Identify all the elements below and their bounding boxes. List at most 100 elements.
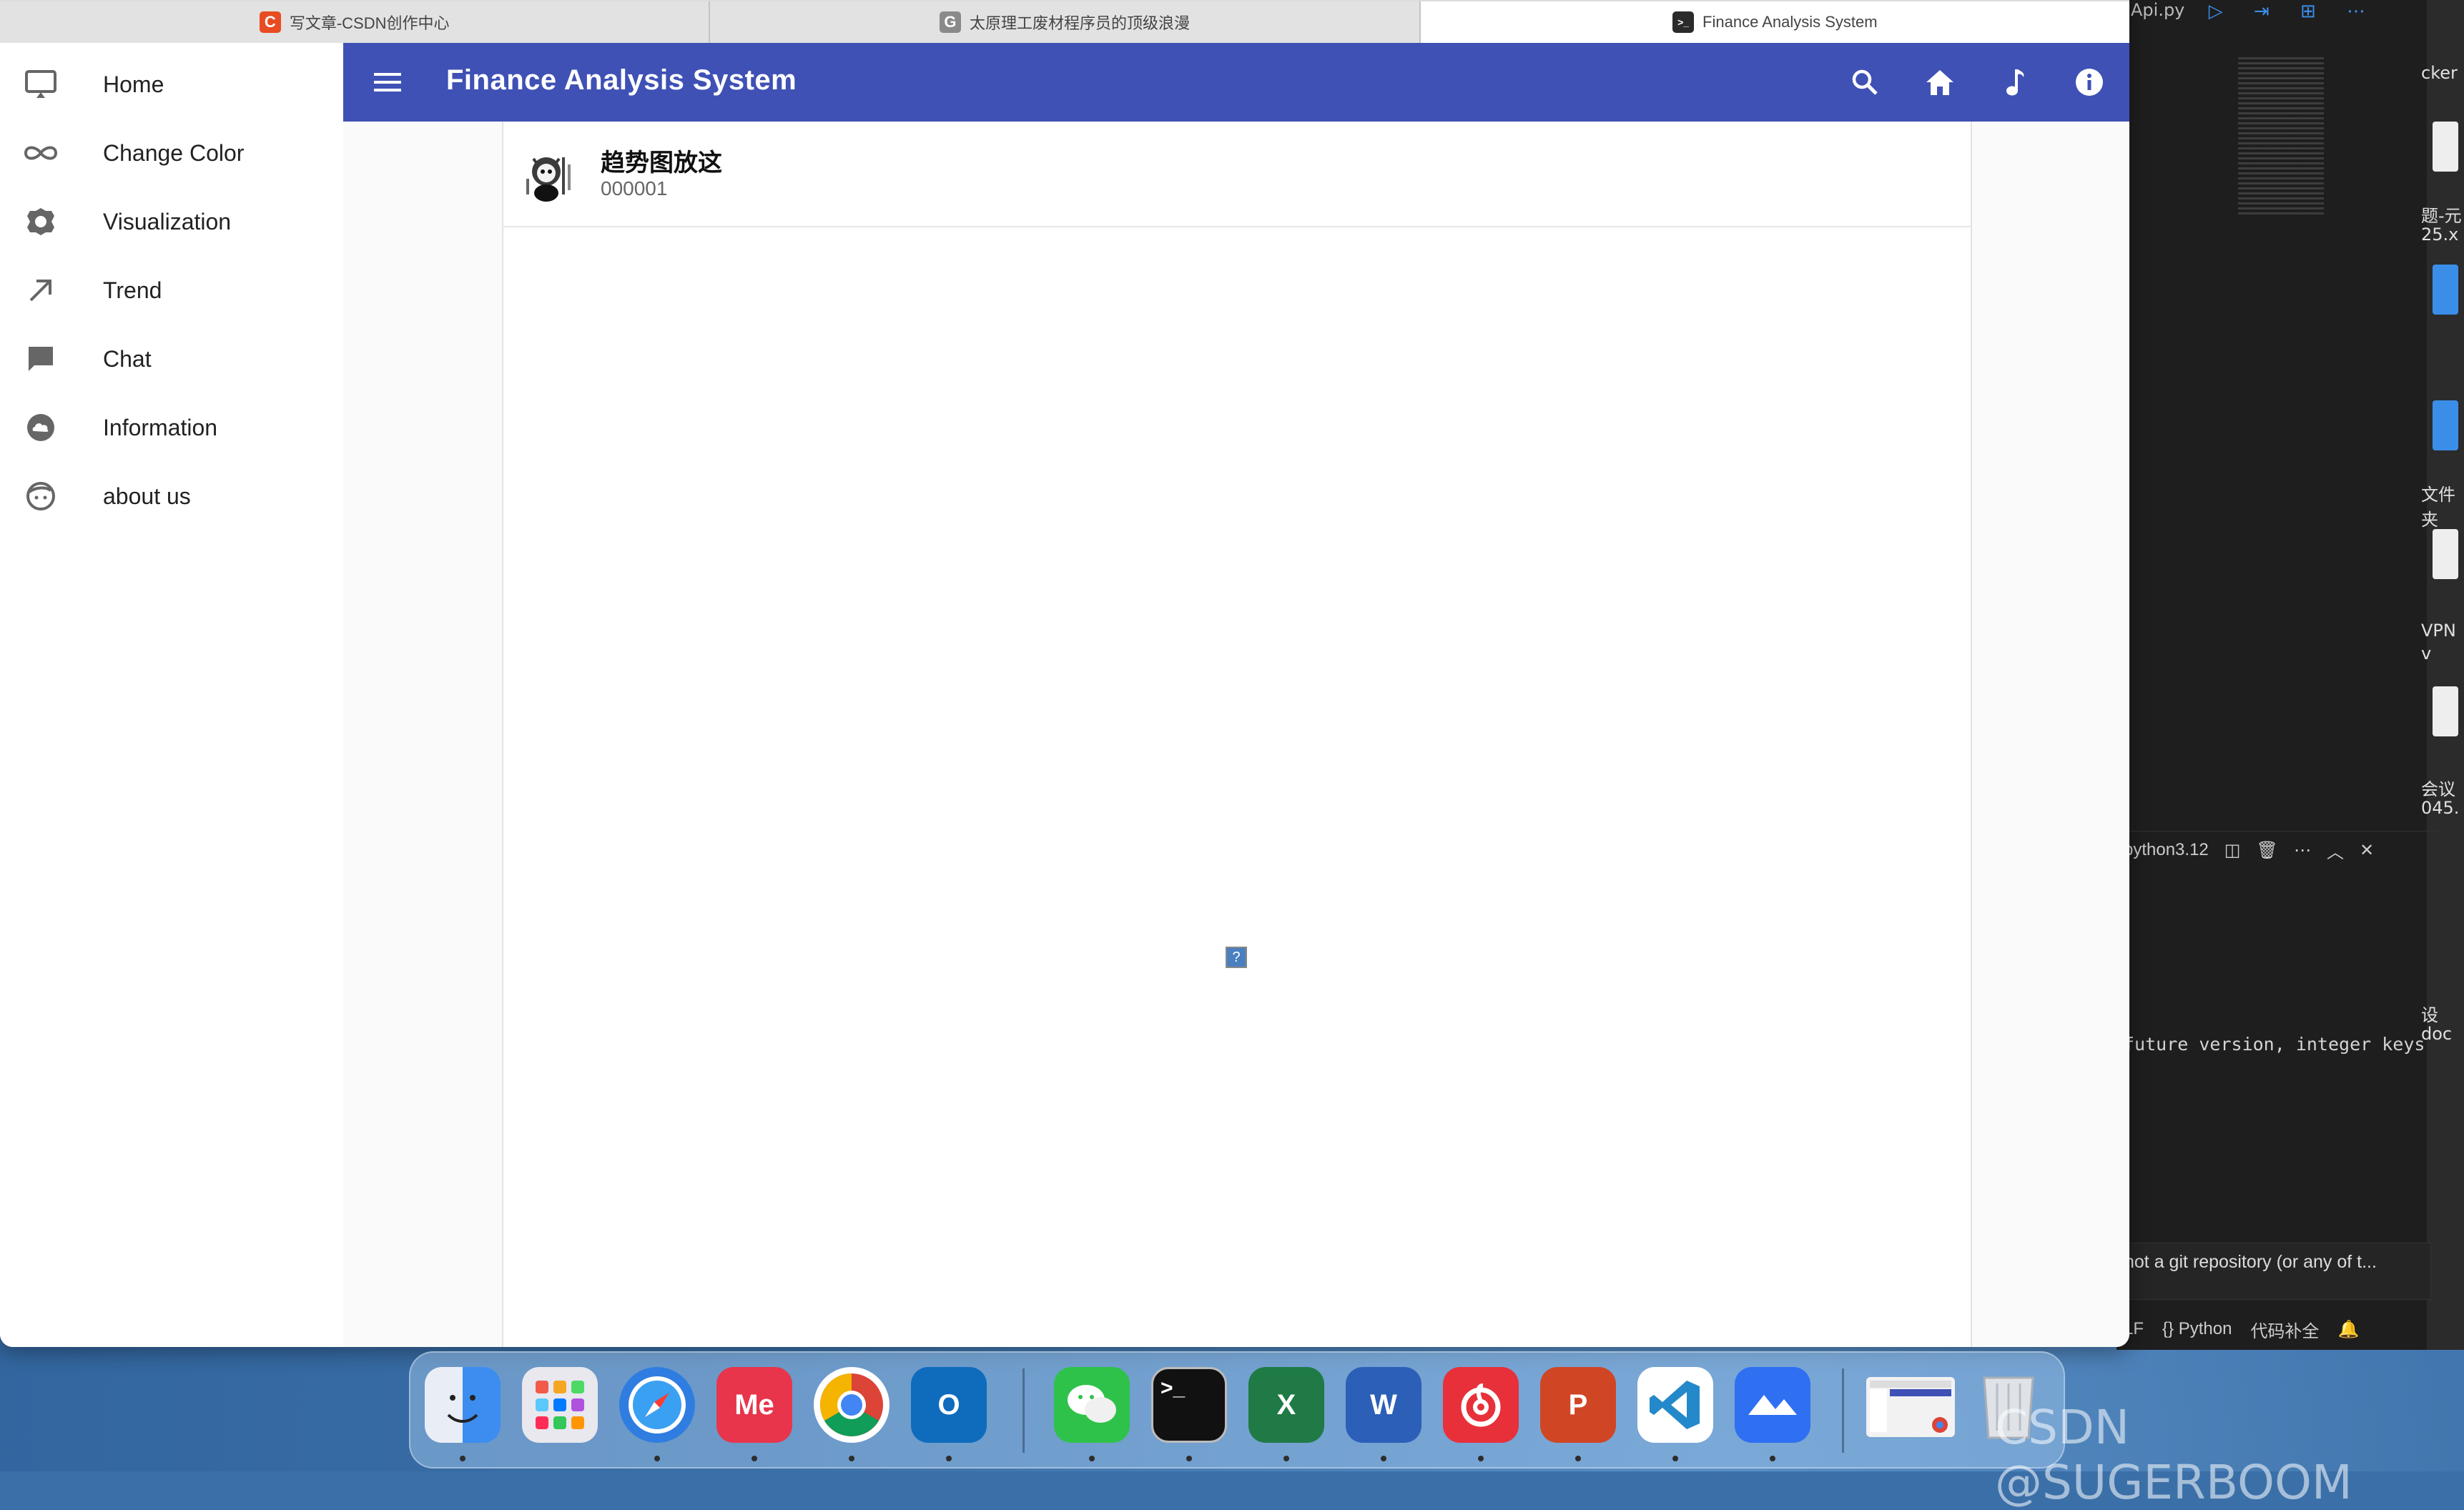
infinity-icon: [23, 135, 59, 171]
wechat-app-icon[interactable]: [1054, 1367, 1130, 1443]
meitu-app-icon[interactable]: Me: [716, 1367, 792, 1443]
dock-separator: [1842, 1368, 1844, 1453]
sidebar-item-label: Chat: [103, 345, 152, 372]
sidebar-item-trend[interactable]: Trend: [0, 256, 343, 325]
info-button[interactable]: [2069, 62, 2109, 102]
info-icon: [2076, 69, 2103, 96]
arrow-up-right-icon: [23, 272, 59, 308]
git-notification[interactable]: not a git repository (or any of t...: [2116, 1243, 2431, 1300]
tab-csdn[interactable]: C 写文章-CSDN创作中心: [0, 1, 711, 43]
sidebar-item-change-color[interactable]: Change Color: [0, 119, 343, 187]
close-panel-icon[interactable]: ✕: [2360, 840, 2374, 861]
tab-label: Finance Analysis System: [1702, 13, 1878, 31]
card-header: 趋势图放这 000001: [503, 122, 1971, 227]
launchpad-app-icon[interactable]: [522, 1367, 598, 1443]
desktop-folder-icon[interactable]: [2433, 265, 2458, 315]
finder-app-icon[interactable]: [425, 1367, 501, 1443]
tab-finance[interactable]: >_ Finance Analysis System: [1420, 1, 2129, 43]
tab-label: 太原理工废材程序员的顶级浪漫: [969, 14, 1190, 32]
safari-app-icon[interactable]: [619, 1367, 695, 1443]
tab-blog[interactable]: G 太原理工废材程序员的顶级浪漫: [710, 1, 1421, 43]
menu-button[interactable]: [368, 62, 408, 102]
sidebar: Home Change Color Visualization Trend Ch…: [0, 43, 343, 1347]
maximize-panel-icon[interactable]: ︿: [2327, 838, 2344, 863]
terminal-label[interactable]: python3.12: [2124, 840, 2209, 860]
running-indicator: [946, 1456, 952, 1461]
app-bar: Finance Analysis System: [343, 43, 2129, 122]
side-text-5: VPN: [2421, 621, 2456, 641]
bell-icon[interactable]: 🔔: [2337, 1319, 2359, 1340]
vscode-app-icon[interactable]: [1637, 1367, 1713, 1443]
more-icon[interactable]: ⋯: [2294, 840, 2311, 861]
side-text-7: 会议: [2421, 779, 2455, 799]
terminal-output-line: future version, integer keys: [2124, 1034, 2425, 1055]
sidebar-item-label: Information: [103, 414, 218, 440]
side-text-10: doc: [2421, 1024, 2453, 1044]
excel-app-icon[interactable]: X: [1248, 1367, 1324, 1443]
sidebar-item-chat[interactable]: Chat: [0, 325, 343, 393]
running-indicator: [1478, 1456, 1484, 1461]
side-text-3: 25.x: [2421, 224, 2459, 245]
sidebar-item-label: Change Color: [103, 139, 245, 166]
search-button[interactable]: [1845, 62, 1885, 102]
monitor-icon: [23, 66, 59, 102]
chrome-window-preview-icon[interactable]: [1866, 1377, 1955, 1437]
sidebar-item-information[interactable]: Information: [0, 393, 343, 462]
search-icon: [1852, 69, 1878, 95]
side-text-9: 设: [2421, 1005, 2438, 1025]
running-indicator: [849, 1456, 854, 1461]
chrome-app-icon[interactable]: [814, 1367, 889, 1443]
terminal-app-icon[interactable]: >_: [1151, 1367, 1227, 1443]
status-completion[interactable]: 代码补全: [2250, 1317, 2319, 1342]
desktop-folder-icon[interactable]: [2433, 400, 2458, 450]
music-button[interactable]: [1995, 62, 2035, 102]
music-note-icon: [2006, 69, 2024, 96]
sidebar-item-visualization[interactable]: Visualization: [0, 187, 343, 256]
editor-toolbar-icons[interactable]: ▷ ⇥ ⊞ ⋯: [2209, 0, 2378, 22]
trash-terminal-icon[interactable]: 🗑: [2256, 840, 2277, 861]
powerpoint-app-icon[interactable]: P: [1540, 1367, 1616, 1443]
outlook-app-icon[interactable]: O: [911, 1367, 987, 1443]
status-language[interactable]: {} Python: [2162, 1319, 2232, 1339]
side-text-1: cker: [2421, 63, 2458, 83]
sidebar-item-home[interactable]: Home: [0, 50, 343, 119]
face-icon: [23, 478, 59, 514]
broken-image-icon: ?: [1226, 947, 1247, 968]
csdn-favicon-icon: C: [259, 11, 281, 33]
word-app-icon[interactable]: W: [1346, 1367, 1421, 1443]
chat-bubble-icon: [23, 341, 59, 377]
running-indicator: [1575, 1456, 1581, 1461]
editor-file-tab[interactable]: Api.py: [2131, 0, 2184, 20]
desktop-file-icon[interactable]: [2433, 686, 2458, 736]
running-indicator: [1186, 1456, 1192, 1461]
desktop-file-icon[interactable]: [2433, 122, 2458, 172]
vscode-window: Api.py ▷ ⇥ ⊞ ⋯ cker 题-元 25.x 文件夹 VPN v 会…: [2116, 0, 2464, 1350]
lark-app-icon[interactable]: [1735, 1367, 1810, 1443]
app-title: Finance Analysis System: [446, 64, 797, 96]
home-icon: [1926, 70, 1953, 95]
side-text-6: v: [2421, 643, 2432, 663]
running-indicator: [1283, 1456, 1289, 1461]
running-indicator: [1089, 1456, 1095, 1461]
g-favicon-icon: G: [939, 11, 961, 33]
split-terminal-icon[interactable]: ◫: [2224, 840, 2241, 861]
home-button[interactable]: [1920, 62, 1960, 102]
side-text-2: 题-元: [2421, 206, 2462, 226]
sidebar-item-label: Trend: [103, 277, 162, 303]
running-indicator: [1672, 1456, 1678, 1461]
editor-minimap[interactable]: [2238, 57, 2324, 214]
running-indicator: [654, 1456, 660, 1461]
browser-window: C 写文章-CSDN创作中心 G 太原理工废材程序员的顶级浪漫 >_ Finan…: [0, 0, 2129, 1347]
running-indicator: [751, 1456, 757, 1461]
avatar: [525, 149, 582, 206]
sidebar-item-about-us[interactable]: about us: [0, 462, 343, 531]
desktop-file-icon[interactable]: [2433, 529, 2458, 579]
running-indicator: [1770, 1456, 1775, 1461]
sidebar-item-label: about us: [103, 483, 191, 509]
netease-music-app-icon[interactable]: [1443, 1367, 1519, 1443]
gear-icon: [23, 204, 59, 240]
sidebar-item-label: Home: [103, 71, 164, 97]
card-title: 趋势图放这: [601, 149, 722, 177]
tab-bar: C 写文章-CSDN创作中心 G 太原理工废材程序员的顶级浪漫 >_ Finan…: [0, 0, 2129, 43]
hamburger-icon: [374, 73, 401, 92]
